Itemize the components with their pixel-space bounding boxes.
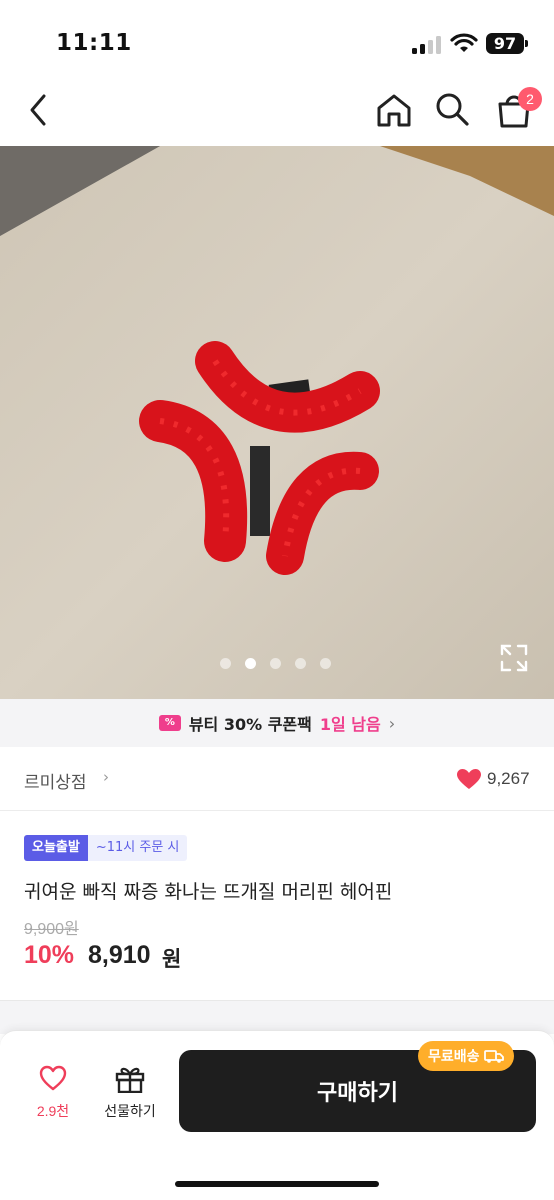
- truck-icon: [483, 1050, 504, 1063]
- shipping-tag: 오늘출발 ~11시 주문 시: [24, 835, 188, 861]
- product-image[interactable]: [0, 146, 554, 699]
- like-count: 9,267: [487, 769, 530, 788]
- product-title: 귀여운 빠직 짜증 화나는 뜨개질 머리핀 헤어핀: [24, 881, 393, 903]
- pagination-dot[interactable]: [295, 657, 306, 669]
- search-icon[interactable]: [432, 90, 472, 128]
- store-name[interactable]: 르미상점: [24, 768, 87, 793]
- top-nav: [0, 80, 554, 146]
- heart-outline-icon: [39, 1065, 67, 1091]
- battery-level: 97: [486, 33, 524, 54]
- image-pagination[interactable]: [220, 657, 331, 669]
- original-price: 9,900원: [24, 921, 79, 938]
- sale-price-unit: 원: [162, 947, 182, 971]
- home-icon[interactable]: [374, 92, 414, 128]
- chevron-right-icon: ›: [388, 713, 396, 733]
- back-icon[interactable]: [20, 90, 60, 130]
- same-day-tag: 오늘출발: [24, 835, 88, 861]
- status-bar: 11:11 97: [0, 0, 554, 80]
- pagination-dot[interactable]: [245, 657, 256, 669]
- free-shipping-badge: 무료배송: [418, 1041, 514, 1071]
- coupon-banner[interactable]: % 뷰티 30% 쿠폰팩 1일 남음 ›: [0, 699, 554, 747]
- bottom-action-bar: 2.9천 선물하기 구매하기 무료배송: [0, 1030, 554, 1200]
- signal-icon: [412, 36, 442, 54]
- pagination-dot[interactable]: [220, 657, 231, 669]
- product-photo: [0, 146, 554, 699]
- wifi-icon: [450, 33, 478, 52]
- wish-button[interactable]: 2.9천: [24, 1065, 82, 1121]
- discount-rate: 10%: [24, 941, 75, 969]
- coupon-icon: %: [158, 715, 181, 731]
- heart-icon[interactable]: [456, 768, 482, 790]
- battery-cap: [525, 40, 528, 47]
- coupon-days: 1일 남음: [319, 715, 381, 734]
- wish-count: 2.9천: [36, 1103, 70, 1119]
- home-indicator: [175, 1181, 379, 1187]
- coupon-text: 뷰티 30% 쿠폰팩: [188, 715, 312, 734]
- sale-price: 8,910: [88, 941, 151, 969]
- gift-button[interactable]: 선물하기: [96, 1065, 164, 1121]
- chevron-right-icon[interactable]: ›: [103, 768, 109, 786]
- order-cutoff-tag: ~11시 주문 시: [87, 835, 188, 861]
- free-shipping-label: 무료배송: [428, 1049, 480, 1065]
- expand-icon[interactable]: [498, 642, 530, 674]
- section-divider: [0, 1000, 554, 1034]
- status-time: 11:11: [56, 30, 132, 56]
- pagination-dot[interactable]: [320, 657, 331, 669]
- cart-badge: 2: [518, 87, 542, 111]
- gift-icon: [115, 1067, 145, 1093]
- store-row: 르미상점 › 9,267: [0, 747, 554, 811]
- gift-label: 선물하기: [104, 1104, 156, 1120]
- pagination-dot[interactable]: [270, 657, 281, 669]
